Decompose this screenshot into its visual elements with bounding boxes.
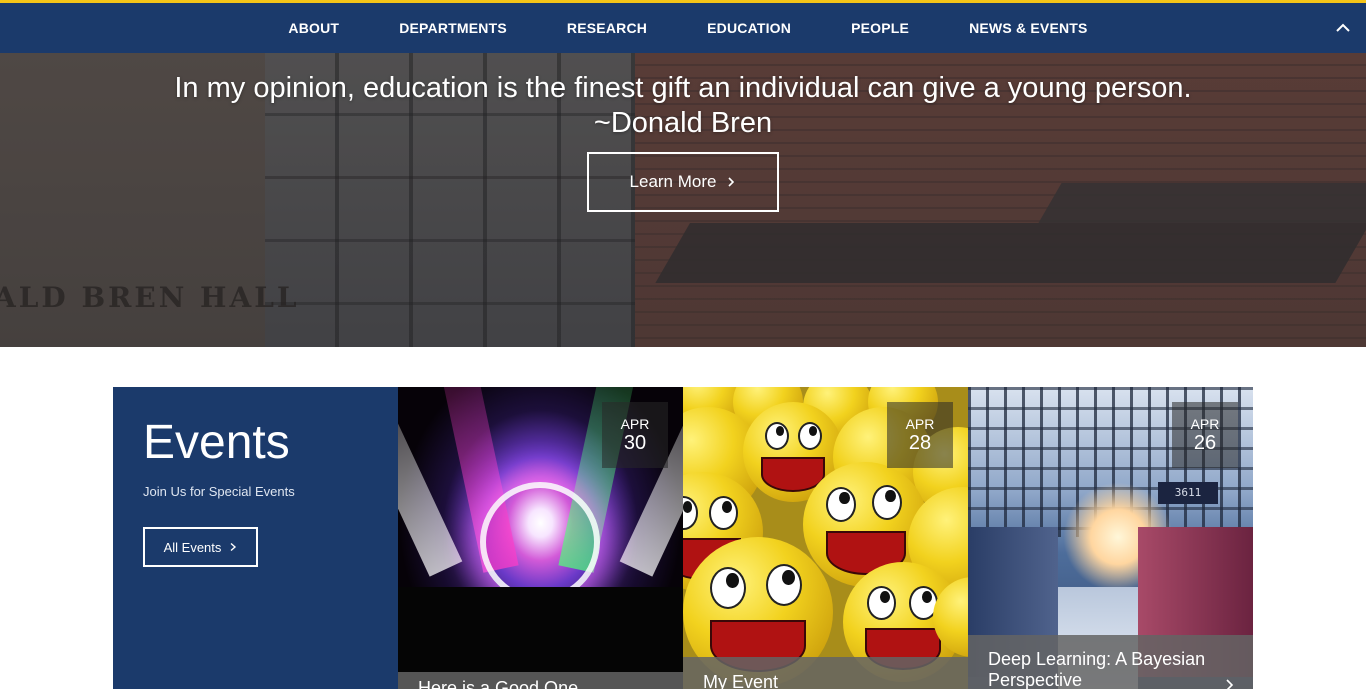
chevron-right-icon (1226, 679, 1234, 689)
chevron-up-icon[interactable] (1334, 19, 1352, 37)
nav-item-research[interactable]: RESEARCH (537, 3, 677, 53)
event-title: Here is a Good One (418, 678, 579, 689)
nav-item-about[interactable]: ABOUT (258, 3, 369, 53)
nav-item-news-events[interactable]: NEWS & EVENTS (939, 3, 1118, 53)
learn-more-label: Learn More (629, 172, 717, 191)
events-panel: Events Join Us for Special Events All Ev… (113, 387, 398, 689)
event-month: APR (1190, 416, 1220, 432)
hero-quote: In my opinion, education is the finest g… (0, 71, 1366, 141)
events-title: Events (143, 416, 290, 469)
event-date-badge: APR 28 (887, 402, 953, 468)
hero-quote-author: ~Donald Bren (593, 107, 773, 139)
event-card[interactable]: 3611 APR 26 Deep Learning: A Bayesian Pe… (968, 387, 1253, 689)
learn-more-button[interactable]: Learn More (587, 152, 779, 212)
main-navigation: ABOUT DEPARTMENTS RESEARCH EDUCATION PEO… (0, 3, 1366, 53)
hero-quote-text: In my opinion, education is the finest g… (174, 72, 1192, 104)
event-day: 28 (908, 432, 932, 454)
event-date-badge: APR 30 (602, 402, 668, 468)
event-date-badge: APR 26 (1172, 402, 1238, 468)
nav-menu: ABOUT DEPARTMENTS RESEARCH EDUCATION PEO… (0, 3, 1366, 53)
event-caption: Deep Learning: A Bayesian Perspective (968, 635, 1253, 689)
platform-sign: 3611 (1158, 482, 1218, 504)
event-title: My Event (703, 672, 779, 689)
event-caption: Here is a Good One (398, 672, 683, 689)
chevron-right-icon (728, 177, 735, 187)
all-events-button[interactable]: All Events (143, 527, 258, 567)
event-caption: My Event (683, 657, 968, 689)
nav-item-departments[interactable]: DEPARTMENTS (369, 3, 537, 53)
events-subtitle: Join Us for Special Events (143, 484, 295, 499)
event-day: 30 (623, 432, 647, 454)
event-month: APR (620, 416, 650, 432)
nav-item-people[interactable]: PEOPLE (821, 3, 939, 53)
chevron-right-icon (230, 542, 237, 552)
event-card[interactable]: APR 28 My Event (683, 387, 968, 689)
event-day: 26 (1193, 432, 1217, 454)
hero-banner: ALD BREN HALL In my opinion, education i… (0, 53, 1366, 347)
nav-item-education[interactable]: EDUCATION (677, 3, 821, 53)
all-events-label: All Events (163, 539, 222, 555)
event-month: APR (905, 416, 935, 432)
event-title: Deep Learning: A Bayesian Perspective (988, 649, 1206, 689)
event-card[interactable]: APR 30 Here is a Good One (398, 387, 683, 689)
